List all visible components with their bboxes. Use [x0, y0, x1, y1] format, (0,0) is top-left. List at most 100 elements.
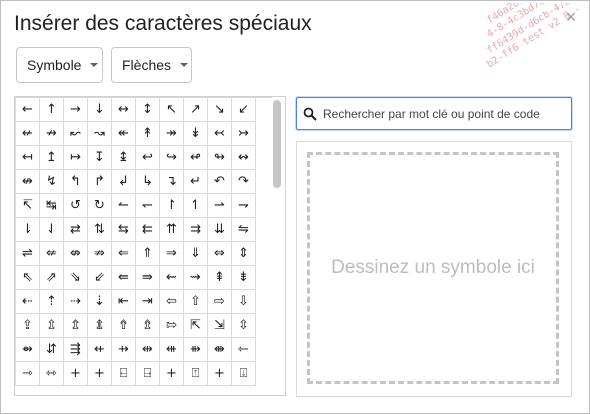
character-cell[interactable]: ⇌ [16, 242, 40, 266]
character-cell[interactable]: ↼ [112, 194, 136, 218]
character-cell[interactable]: ⇪ [16, 314, 40, 338]
character-cell[interactable]: ⇏ [88, 242, 112, 266]
character-cell[interactable]: ↚ [16, 122, 40, 146]
character-cell[interactable]: ⇃ [40, 218, 64, 242]
character-cell[interactable]: ⇛ [136, 266, 160, 290]
search-box[interactable] [296, 97, 572, 130]
subcategory-dropdown[interactable]: Flèches [111, 47, 192, 83]
character-cell[interactable]: ⇫ [40, 314, 64, 338]
character-cell[interactable]: ⇅ [88, 218, 112, 242]
character-cell[interactable]: ⇜ [160, 266, 184, 290]
category-dropdown[interactable]: Symbole [16, 47, 103, 83]
character-cell[interactable]: ↵ [184, 170, 208, 194]
character-cell[interactable]: ↑ [40, 98, 64, 122]
character-cell[interactable]: ⇖ [16, 266, 40, 290]
character-cell[interactable]: ⇥ [136, 290, 160, 314]
character-cell[interactable]: ↠ [160, 122, 184, 146]
character-cell[interactable]: ⇁ [232, 194, 256, 218]
character-cell[interactable]: ↢ [208, 122, 232, 146]
character-cell[interactable]: ⇡ [40, 290, 64, 314]
character-cell[interactable]: ⇍ [40, 242, 64, 266]
character-cell[interactable]: ⇐ [112, 242, 136, 266]
character-cell[interactable]: ↣ [232, 122, 256, 146]
character-cell[interactable]: ⇀ [208, 194, 232, 218]
character-cell[interactable]: ⇵ [40, 338, 64, 362]
character-cell[interactable]: ⇴ [16, 338, 40, 362]
character-cell[interactable]: ⇄ [64, 218, 88, 242]
character-cell[interactable]: ⇨ [208, 290, 232, 314]
character-cell[interactable]: ↖ [160, 98, 184, 122]
character-cell[interactable]: ⇈ [160, 218, 184, 242]
character-cell[interactable]: ⇭ [88, 314, 112, 338]
character-cell[interactable]: ⇤ [112, 290, 136, 314]
character-cell[interactable]: ↥ [40, 146, 64, 170]
character-cell[interactable]: ⇆ [112, 218, 136, 242]
character-cell[interactable]: ⇬ [64, 314, 88, 338]
character-cell[interactable]: ↭ [232, 146, 256, 170]
character-cell[interactable]: ⇂ [16, 218, 40, 242]
character-cell[interactable]: ⇶ [64, 338, 88, 362]
character-cell[interactable]: ↿ [184, 194, 208, 218]
character-cell[interactable]: ↗ [184, 98, 208, 122]
character-cell[interactable]: ⇗ [40, 266, 64, 290]
character-cell[interactable]: ⇇ [136, 218, 160, 242]
character-cell[interactable]: ⇼ [208, 338, 232, 362]
character-cell[interactable]: ↱ [88, 170, 112, 194]
character-cell[interactable]: ⇲ [208, 314, 232, 338]
character-cell[interactable]: ⇠ [16, 290, 40, 314]
character-cell[interactable]: ⇯ [136, 314, 160, 338]
close-icon[interactable]: × [563, 8, 579, 26]
character-cell[interactable]: ⇷ [88, 338, 112, 362]
character-cell[interactable]: ⇒ [160, 242, 184, 266]
character-cell[interactable]: ⍇ [112, 362, 136, 386]
drawing-area[interactable]: Dessinez un symbole ici [307, 152, 559, 384]
character-cell[interactable]: ↟ [136, 122, 160, 146]
character-cell[interactable]: + [208, 362, 232, 386]
character-cell[interactable]: ↯ [40, 170, 64, 194]
character-cell[interactable]: ⇳ [232, 314, 256, 338]
character-cell[interactable]: ⇽ [232, 338, 256, 362]
character-cell[interactable]: ↬ [208, 146, 232, 170]
character-cell[interactable]: ⇓ [184, 242, 208, 266]
character-cell[interactable]: + [88, 362, 112, 386]
character-cell[interactable]: ⇋ [232, 218, 256, 242]
character-cell[interactable]: ← [16, 98, 40, 122]
character-cell[interactable]: ↧ [88, 146, 112, 170]
character-cell[interactable]: ⇚ [112, 266, 136, 290]
character-cell[interactable]: ⇾ [16, 362, 40, 386]
character-cell[interactable]: ⇎ [64, 242, 88, 266]
character-cell[interactable]: ⇟ [232, 266, 256, 290]
character-cell[interactable]: ↹ [40, 194, 64, 218]
character-cell[interactable]: ↙ [232, 98, 256, 122]
character-cell[interactable]: ↻ [88, 194, 112, 218]
character-cell[interactable]: ⇢ [64, 290, 88, 314]
character-cell[interactable]: ⇘ [64, 266, 88, 290]
character-cell[interactable]: ⇻ [184, 338, 208, 362]
character-cell[interactable]: ⇊ [208, 218, 232, 242]
character-cell[interactable]: ↸ [16, 194, 40, 218]
character-cell[interactable]: ↦ [64, 146, 88, 170]
character-cell[interactable]: ⇧ [184, 290, 208, 314]
character-cell[interactable]: ⍈ [136, 362, 160, 386]
character-cell[interactable]: ↾ [160, 194, 184, 218]
character-cell[interactable]: ↷ [232, 170, 256, 194]
character-cell[interactable]: ↔ [112, 98, 136, 122]
character-cell[interactable]: ↽ [136, 194, 160, 218]
character-cell[interactable]: ↓ [88, 98, 112, 122]
character-cell[interactable]: ↘ [208, 98, 232, 122]
character-cell[interactable]: ⍐ [184, 362, 208, 386]
character-cell[interactable]: ⇸ [112, 338, 136, 362]
character-cell[interactable]: ⇮ [112, 314, 136, 338]
character-cell[interactable]: ⇰ [160, 314, 184, 338]
character-cell[interactable]: ↲ [112, 170, 136, 194]
character-cell[interactable]: ↕ [136, 98, 160, 122]
character-cell[interactable]: ⇱ [184, 314, 208, 338]
character-cell[interactable]: ↤ [16, 146, 40, 170]
character-cell[interactable]: ↛ [40, 122, 64, 146]
character-cell[interactable]: ↴ [160, 170, 184, 194]
character-cell[interactable]: ⇕ [232, 242, 256, 266]
character-cell[interactable]: ↨ [112, 146, 136, 170]
character-cell[interactable]: ⇙ [88, 266, 112, 290]
character-cell[interactable]: ⇞ [208, 266, 232, 290]
character-cell[interactable]: ↡ [184, 122, 208, 146]
